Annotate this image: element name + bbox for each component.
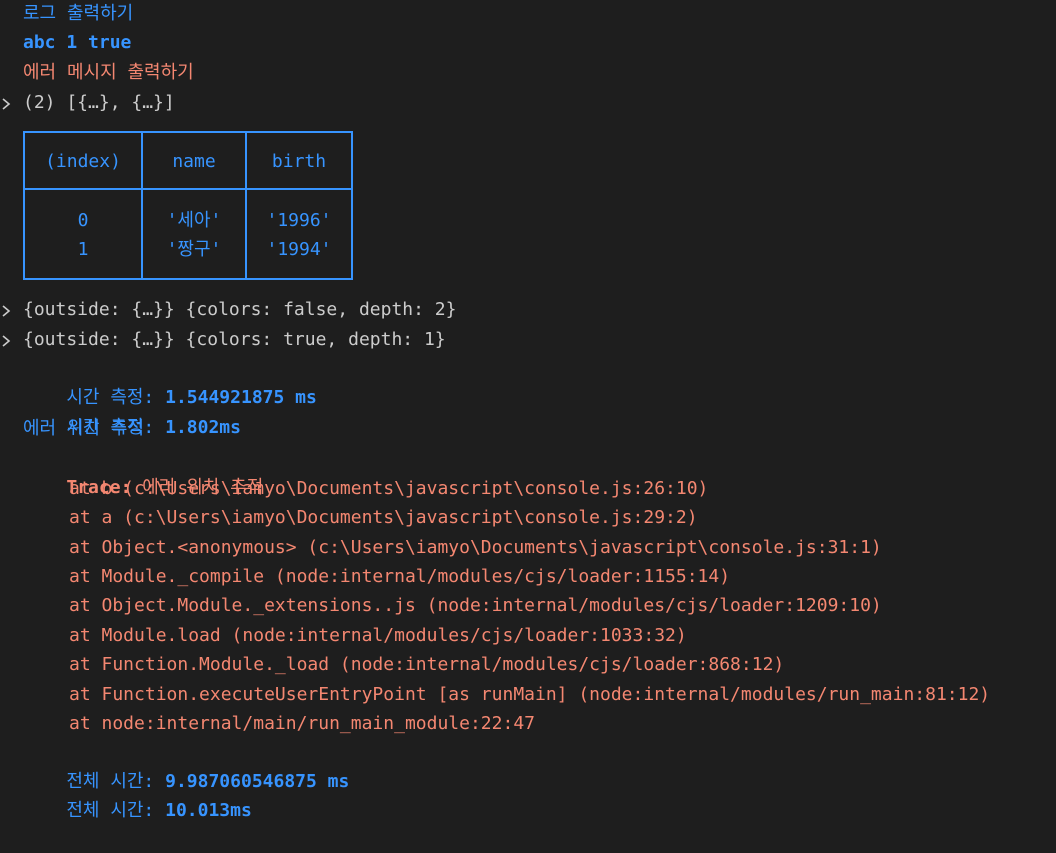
table-cell: 0 — [77, 210, 89, 231]
total-time-label: 전체 시간: — [66, 800, 155, 821]
trace-line: Trace: 에러 위치 추적 — [23, 446, 263, 498]
stack-frame[interactable]: at a (c:\Users\iamyo\Documents\javascrip… — [69, 504, 698, 532]
table-cell: '1994' — [266, 239, 332, 260]
total-time-line-2: 전체 시간: 10.013ms — [23, 769, 251, 821]
debug-console: 로그 출력하기 abc 1 true 에러 메시지 출력하기 (2) [{…},… — [0, 0, 1056, 821]
chevron-right-icon[interactable] — [1, 297, 15, 325]
stack-frame[interactable]: at Function.Module._load (node:internal/… — [69, 651, 784, 679]
array-output[interactable]: (2) [{…}, {…}] — [23, 89, 175, 117]
stack-frame[interactable]: at Module._compile (node:internal/module… — [69, 563, 730, 591]
stack-frame[interactable]: at Function.executeUserEntryPoint [as ru… — [69, 681, 990, 709]
stack-frame[interactable]: at Module.load (node:internal/modules/cj… — [69, 622, 687, 650]
table-header-name: name — [172, 151, 216, 172]
time-line-1: 시간 측정: 1.544921875 ms — [23, 356, 316, 408]
table-cell: '세아' — [166, 210, 222, 231]
stack-frame[interactable]: at b (c:\Users\iamyo\Documents\javascrip… — [69, 475, 708, 503]
chevron-right-icon[interactable] — [1, 90, 15, 118]
chevron-right-icon[interactable] — [1, 327, 15, 355]
log-line-2: abc 1 true — [23, 32, 132, 53]
error-line-1: 에러 메시지 출력하기 — [23, 62, 194, 83]
table-cell: '짱구' — [166, 239, 222, 260]
table-cell: '1996' — [266, 210, 332, 231]
time-line-2: 시간 측정: 1.802ms — [23, 386, 241, 438]
dir-output-2[interactable]: {outside: {…}} {colors: true, depth: 1} — [23, 326, 446, 354]
table-header-birth: birth — [271, 151, 327, 172]
total-time-value: 10.013ms — [165, 800, 252, 821]
time-value: 1.802ms — [165, 417, 241, 438]
trace-title: 에러 위치 추적 — [23, 418, 145, 439]
stack-frame[interactable]: at node:internal/main/run_main_module:22… — [69, 710, 535, 738]
log-line-1: 로그 출력하기 — [23, 3, 134, 24]
stack-frame[interactable]: at Object.Module._extensions..js (node:i… — [69, 592, 882, 620]
table-header-index: (index) — [45, 151, 121, 172]
stack-frame[interactable]: at Object.<anonymous> (c:\Users\iamyo\Do… — [69, 534, 882, 562]
table-cell: 1 — [77, 239, 89, 260]
dir-output-1[interactable]: {outside: {…}} {colors: false, depth: 2} — [23, 296, 456, 324]
total-time-line-1: 전체 시간: 9.987060546875 ms — [23, 740, 349, 792]
console-table: (index) name birth 0 '세아' '1996' 1 '짱구' … — [23, 131, 353, 280]
